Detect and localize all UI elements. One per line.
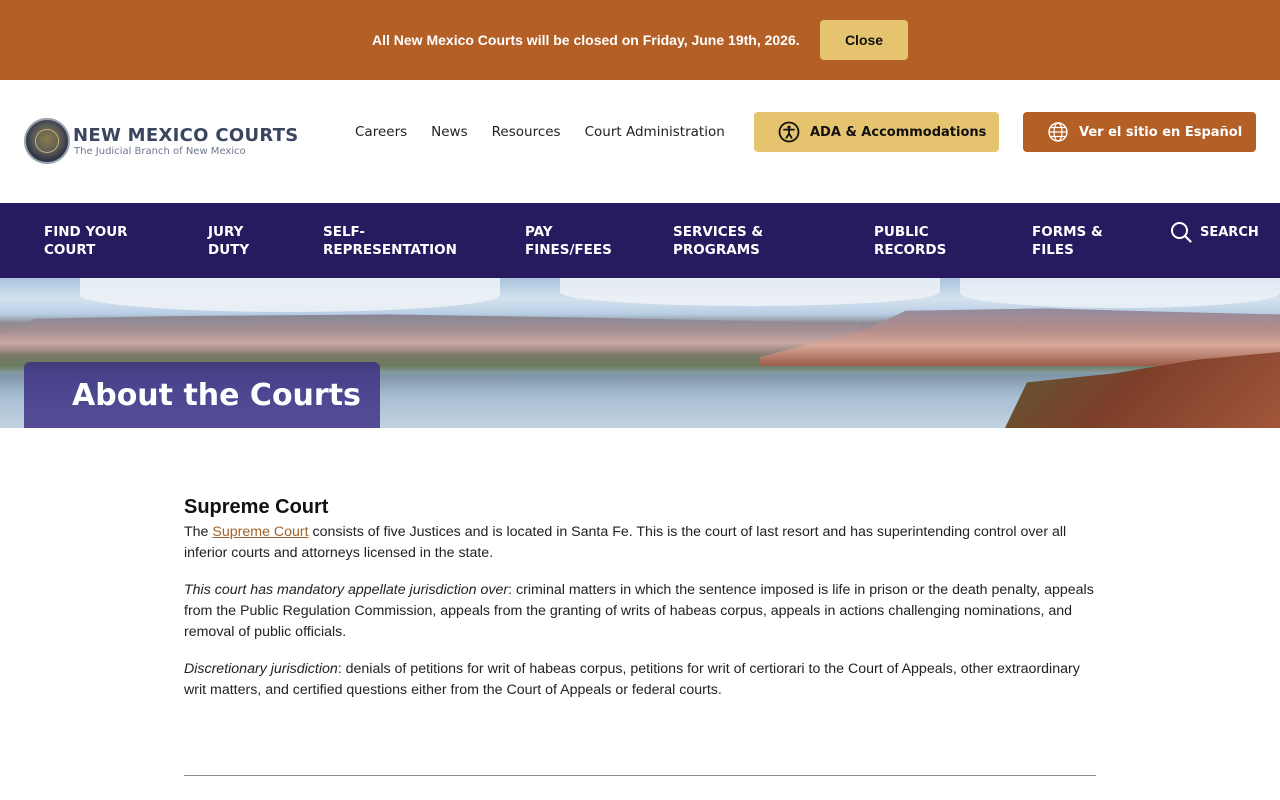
spanish-site-button[interactable]: Ver el sitio en Español [1023,112,1256,152]
section-heading-supreme-court: Supreme Court [184,496,329,518]
nav-pay-fines-fees[interactable]: PAY FINES/FEES [525,223,612,259]
page-title: About the Courts [72,378,361,413]
accessibility-icon [778,121,800,143]
utility-link-news[interactable]: News [431,124,467,140]
utility-link-careers[interactable]: Careers [355,124,407,140]
search-icon [1171,222,1192,243]
text: The [184,524,213,540]
section-divider [184,775,1096,776]
logo-title: NEW MEXICO COURTS [73,124,299,146]
globe-icon [1048,122,1068,142]
main-nav: FIND YOUR COURT JURY DUTY SELF- REPRESEN… [0,203,1280,278]
nav-public-records[interactable]: PUBLIC RECORDS [874,223,946,259]
utility-link-resources[interactable]: Resources [492,124,561,140]
utility-nav: Careers News Resources Court Administrat… [355,124,749,140]
nav-find-your-court[interactable]: FIND YOUR COURT [44,223,128,259]
closure-alert-banner: All New Mexico Courts will be closed on … [0,0,1280,80]
mandatory-jurisdiction-paragraph: This court has mandatory appellate juris… [184,580,1096,643]
text: consists of five Justices and is located… [184,524,1067,561]
site-header: NEW MEXICO COURTS The Judicial Branch of… [0,80,1280,203]
ada-button-label: ADA & Accommodations [810,124,987,140]
ada-accommodations-button[interactable]: ADA & Accommodations [754,112,999,152]
site-logo[interactable]: NEW MEXICO COURTS The Judicial Branch of… [24,118,299,164]
supreme-court-description: The Supreme Court consists of five Justi… [184,522,1096,564]
mandatory-jurisdiction-label: This court has mandatory appellate juris… [184,582,509,598]
alert-message: All New Mexico Courts will be closed on … [372,32,800,48]
discretionary-jurisdiction-paragraph: Discretionary jurisdiction: denials of p… [184,659,1096,701]
supreme-court-link[interactable]: Supreme Court [212,524,308,540]
alert-close-button[interactable]: Close [820,20,908,60]
nav-jury-duty[interactable]: JURY DUTY [208,223,249,259]
hero-title-box: About the Courts [24,362,380,428]
search-label: SEARCH [1200,224,1259,240]
nav-self-representation[interactable]: SELF- REPRESENTATION [323,223,457,259]
logo-subtitle: The Judicial Branch of New Mexico [74,145,246,157]
nav-search-button[interactable]: SEARCH [1170,221,1259,243]
spanish-button-label: Ver el sitio en Español [1079,124,1243,140]
main-content: Supreme Court The Supreme Court consists… [184,494,1096,701]
state-seal-icon [24,118,70,164]
utility-link-court-administration[interactable]: Court Administration [585,124,725,140]
logo-text: NEW MEXICO COURTS The Judicial Branch of… [73,124,299,157]
nav-forms-files[interactable]: FORMS & FILES [1032,223,1103,259]
nav-services-programs[interactable]: SERVICES & PROGRAMS [673,223,763,259]
discretionary-jurisdiction-label: Discretionary jurisdiction [184,661,338,677]
